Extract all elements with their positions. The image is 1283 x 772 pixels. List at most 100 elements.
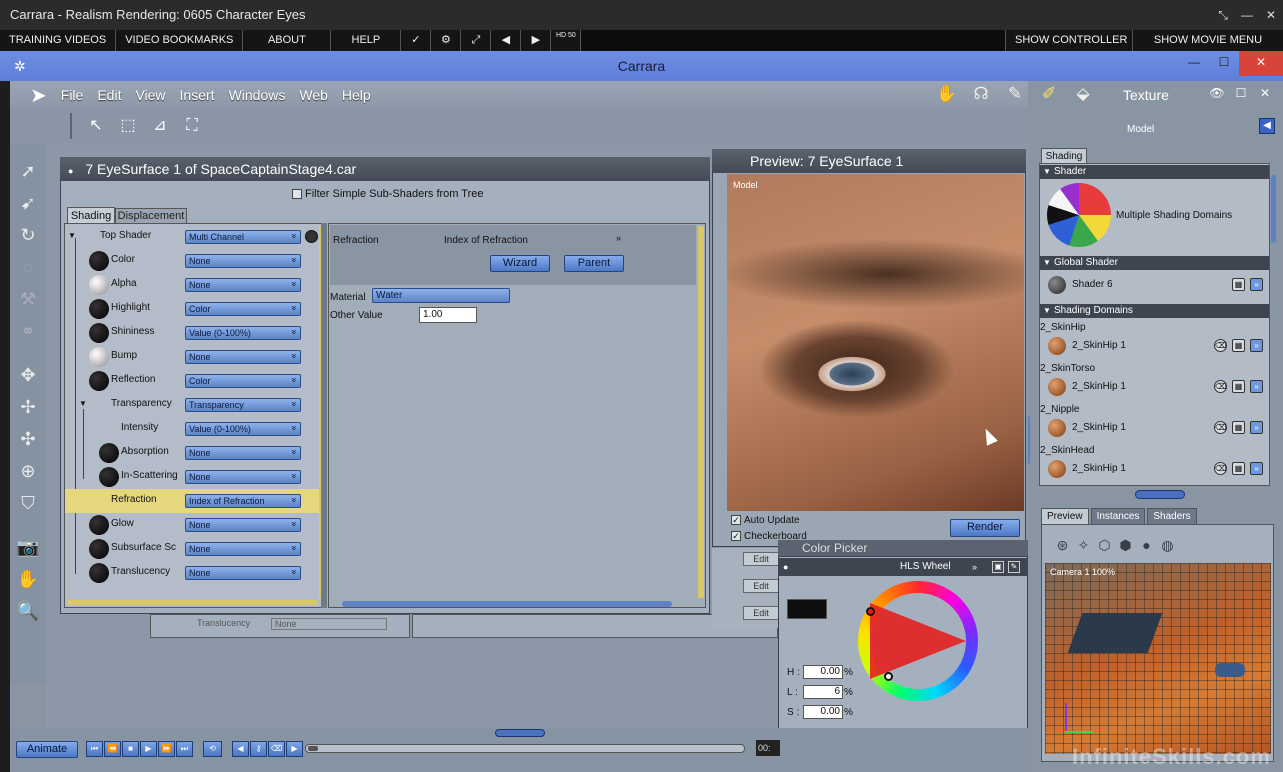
picker-mode-label[interactable]: HLS Wheel [900,558,951,576]
tree-select[interactable]: Index of Refraction [185,494,301,508]
minimize-icon[interactable]: — [1179,51,1209,76]
bounding-box-icon[interactable]: ⬚ [114,112,142,140]
trash-icon[interactable]: ⌫ [1214,462,1227,475]
carrara-logo-icon[interactable]: ➤ [30,83,47,108]
tree-row-subsurface[interactable]: Subsurface Sc None [65,537,317,561]
maximize-icon[interactable]: ☐ [1229,86,1253,100]
panel-divider[interactable] [321,223,327,608]
checker-icon[interactable]: ▦ [1232,421,1245,434]
save-icon[interactable]: ▣ [992,561,1004,573]
time-readout[interactable]: 00: [756,740,780,756]
previous-icon[interactable]: ◀ [491,30,522,51]
link-tool-icon[interactable]: ⚭ [10,315,46,347]
edit-button[interactable]: Edit [743,606,779,620]
camera-icon[interactable]: 📷 [10,531,46,563]
tree-select[interactable]: Value (0-100%) [185,422,301,436]
trash-icon[interactable]: ⌫ [1214,421,1227,434]
window-close-icon[interactable]: ● [68,166,73,176]
move-xy-icon[interactable]: ✥ [10,359,46,391]
camera-orbit-icon[interactable]: ✧ [1073,537,1094,554]
shield-icon[interactable]: ⛉ [10,487,46,519]
tree-row-alpha[interactable]: Alpha None [65,273,317,297]
props-scrollbar[interactable] [698,226,704,598]
parent-button[interactable]: Parent [564,255,624,272]
checkmark-icon[interactable]: ✓ [401,30,432,51]
expand-icon[interactable]: ⤢ [461,30,492,51]
about-button[interactable]: ABOUT [243,30,332,51]
s-input[interactable]: 0.00 [803,705,843,719]
tab-shaders[interactable]: Shaders [1147,508,1197,524]
next-icon[interactable]: ▶ [521,30,552,51]
show-controller-button[interactable]: SHOW CONTROLLER [1005,30,1133,51]
radio-dot-icon[interactable]: ● [783,558,788,576]
chevron-down-icon[interactable]: » [616,233,621,243]
tab-displacement[interactable]: Displacement [115,208,187,224]
trash-icon[interactable]: ⌫ [1214,339,1227,352]
sphere-shaded-icon[interactable]: ◍ [1157,537,1178,554]
lightness-saturation-triangle[interactable] [870,603,966,679]
shader-section-header[interactable]: Shader [1040,165,1269,179]
chevron-down-icon[interactable]: » [1250,278,1263,291]
move-xz-icon[interactable]: ✢ [10,391,46,423]
delete-key-icon[interactable]: ⌫ [268,741,285,757]
shading-domains-header[interactable]: Shading Domains [1040,304,1269,318]
chevron-down-icon[interactable]: » [1250,462,1263,475]
assemble-room-icon[interactable]: ✋ [930,84,964,106]
hue-handle[interactable] [866,607,875,616]
texture-room-icon[interactable]: ✐ [1032,84,1066,106]
collapse-arrow-icon[interactable]: ▼ [68,231,76,240]
tree-row-transparency[interactable]: ▼ Transparency Transparency [65,393,317,417]
go-to-end-icon[interactable]: ⏭ [176,741,193,757]
domain-row[interactable]: 2_SkinHip 1 ⌫ ▦ » [1042,335,1268,357]
tree-h-scrollbar[interactable] [67,600,317,605]
tree-select[interactable]: None [185,518,301,532]
tree-select[interactable]: Color [185,302,301,316]
timeline-handle[interactable] [308,746,318,751]
restore-icon[interactable]: ⤡ [1211,0,1235,30]
domain-list-scrollbar[interactable] [1271,175,1276,243]
auto-update-checkbox[interactable]: ✓ Auto Update [731,515,800,526]
maximize-icon[interactable]: ☐ [1209,51,1239,76]
domain-row[interactable]: 2_SkinHip 1 ⌫ ▦ » [1042,417,1268,439]
wizard-button[interactable]: Wizard [490,255,550,272]
tree-row-color[interactable]: Color None [65,249,317,273]
hand-pan-icon[interactable]: ✋ [10,563,46,595]
domain-row[interactable]: 2_SkinHip 1 ⌫ ▦ » [1042,376,1268,398]
collapse-arrow-icon[interactable]: ▼ [79,399,87,408]
tree-select[interactable]: Transparency [185,398,301,412]
rewind-icon[interactable]: ⏪ [104,741,121,757]
menu-view[interactable]: View [135,87,165,103]
right-panel-splitter[interactable] [1135,490,1185,499]
cube-solid-icon[interactable]: ⬢ [1115,537,1136,554]
l-input[interactable]: 6 [803,685,843,699]
filter-sub-shaders-checkbox[interactable]: Filter Simple Sub-Shaders from Tree [292,188,484,200]
sphere-icon[interactable]: ● [1136,537,1157,554]
material-select[interactable]: Water [372,288,510,303]
domain-row[interactable]: 2_SkinHip 1 ⌫ ▦ » [1042,458,1268,480]
video-bookmarks-button[interactable]: VIDEO BOOKMARKS [116,30,244,51]
tree-row-glow[interactable]: Glow None [65,513,317,537]
magnifier-icon[interactable]: 🔍 [10,595,46,627]
tree-select[interactable]: None [185,566,301,580]
close-icon[interactable]: ✕ [1259,0,1283,30]
spin-tool-icon[interactable]: ↻ [10,219,46,251]
close-icon[interactable]: ✕ [1253,86,1277,100]
render-room-icon[interactable]: ⬙ [1066,84,1100,106]
tree-row-refraction[interactable]: Refraction Index of Refraction [65,489,319,513]
lasso-tool-icon[interactable]: ◌ [10,251,46,283]
tree-row-highlight[interactable]: Highlight Color [65,297,317,321]
tab-preview[interactable]: Preview [1041,508,1089,524]
minimize-icon[interactable]: — [1235,0,1259,30]
tree-select[interactable]: Color [185,374,301,388]
edit-button[interactable]: Edit [743,579,779,593]
global-shader-row[interactable]: Shader 6 ▦ » [1042,274,1268,296]
tree-select[interactable]: Multi Channel [185,230,301,244]
rotate-tool-icon[interactable]: ➹ [10,187,46,219]
model-room-icon[interactable]: ☊ [964,84,998,106]
checker-icon[interactable]: ▦ [1232,339,1245,352]
h-input[interactable]: 0.00 [803,665,843,679]
menu-edit[interactable]: Edit [97,87,121,103]
trash-icon[interactable]: ⌫ [1214,380,1227,393]
collapse-panel-icon[interactable]: ◀ [1259,118,1275,134]
eyedropper-icon[interactable]: ✎ [1008,561,1020,573]
